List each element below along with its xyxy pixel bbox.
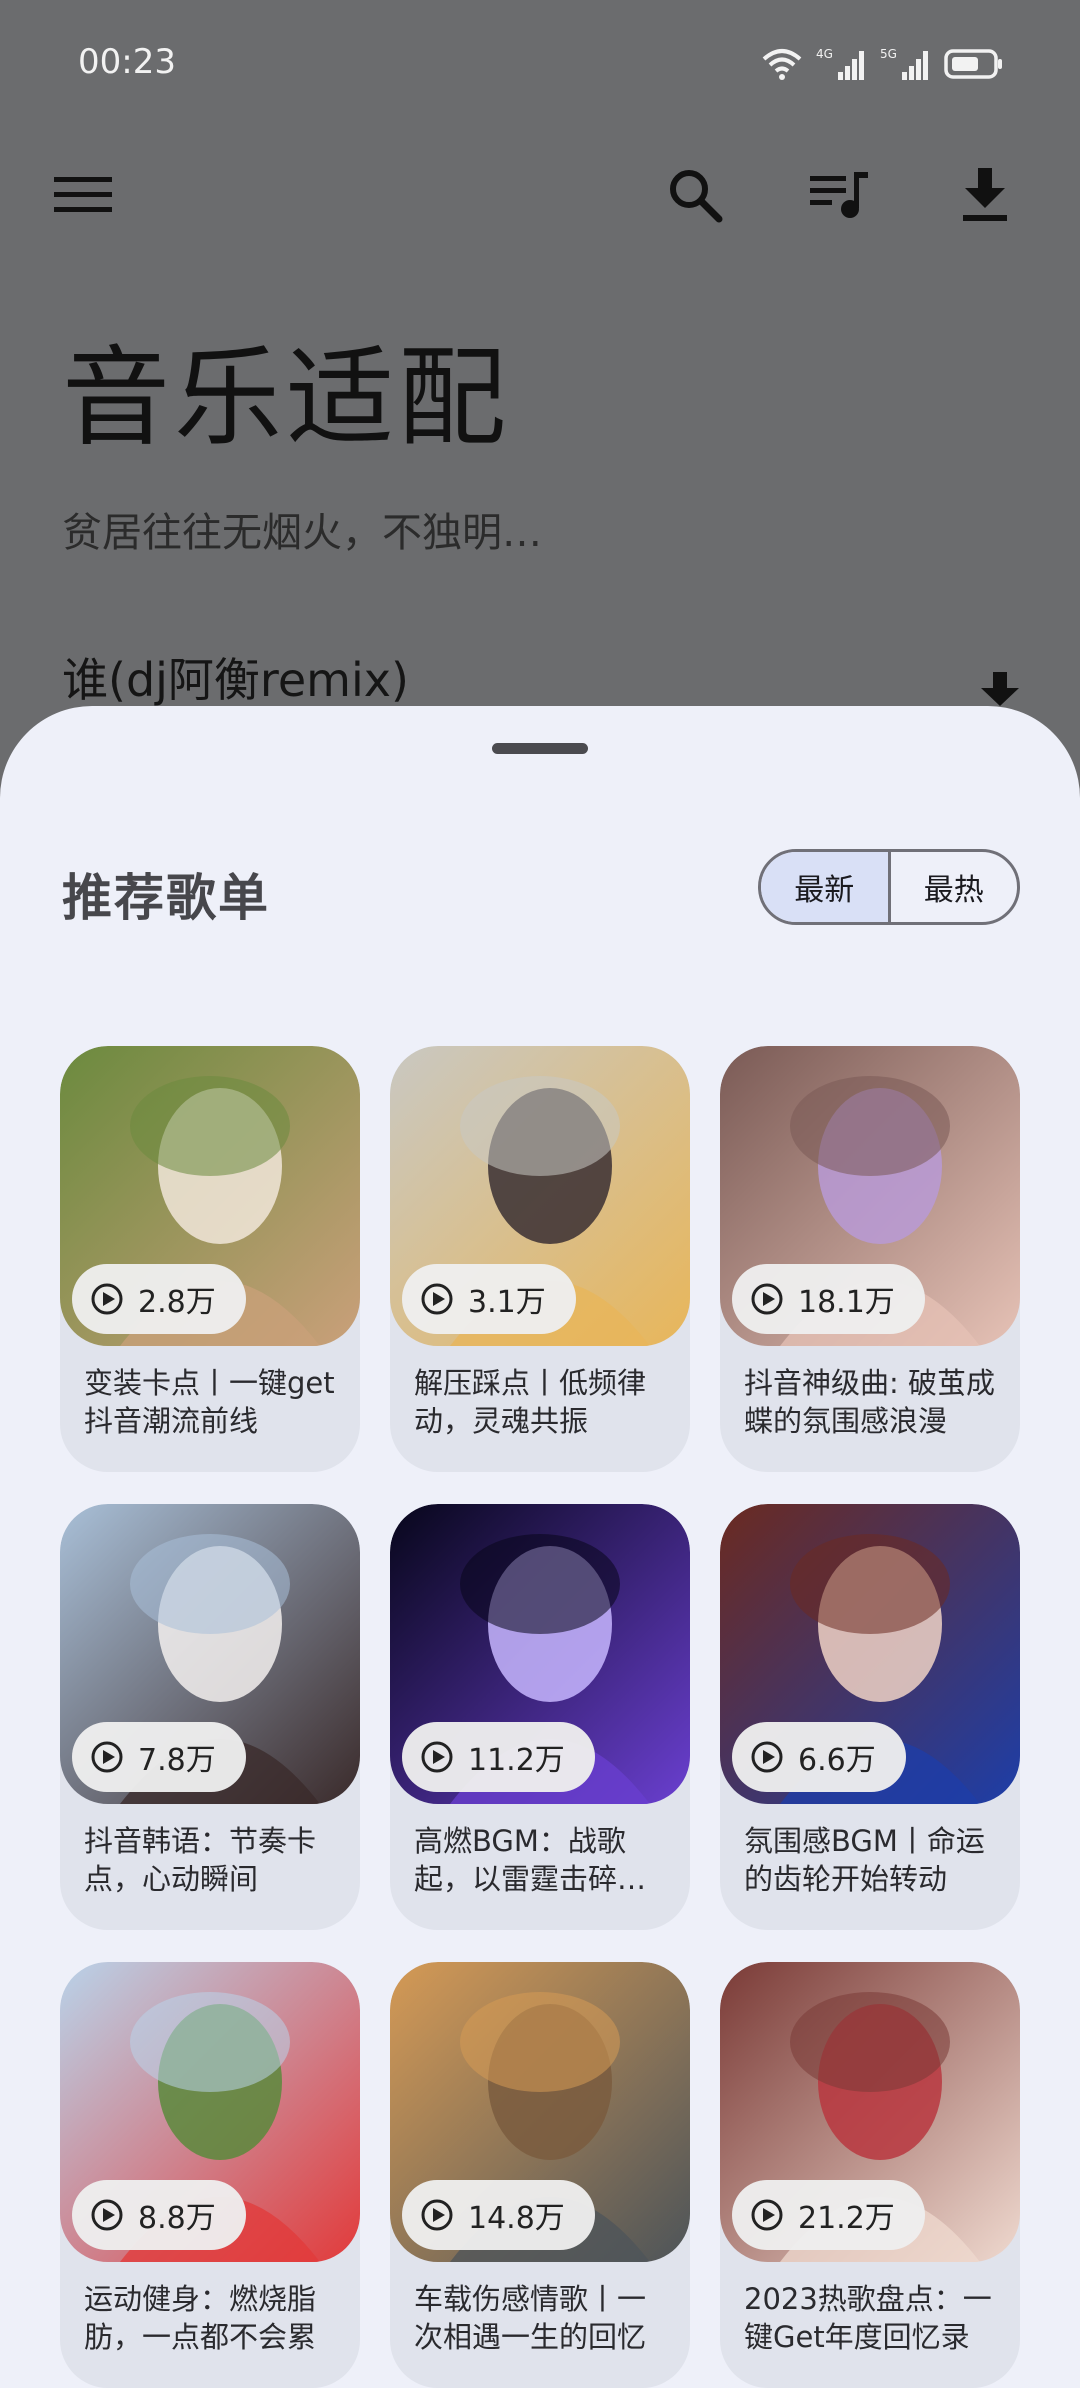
play-count-pill[interactable]: 3.1万 <box>402 1264 576 1334</box>
segment-newest[interactable]: 最新 <box>761 852 888 922</box>
playlist-card[interactable]: 2.8万 变装卡点丨一键get抖音潮流前线 <box>60 1046 360 1472</box>
playlist-title: 变装卡点丨一键get抖音潮流前线 <box>84 1366 335 1438</box>
sheet-title: 推荐歌单 <box>62 869 270 927</box>
status-icons: 4G 5G <box>762 44 1004 84</box>
playlist-card[interactable]: 8.8万 运动健身：燃烧脂肪，一点都不会累 <box>60 1962 360 2388</box>
play-count: 7.8万 <box>138 1743 216 1778</box>
download-button[interactable] <box>940 150 1030 240</box>
playlist-card[interactable]: 14.8万 车载伤感情歌丨一次相遇一生的回忆 <box>390 1962 690 2388</box>
menu-icon <box>54 177 112 212</box>
play-circle-icon <box>751 2199 783 2231</box>
play-count-pill[interactable]: 11.2万 <box>402 1722 595 1792</box>
play-count: 2.8万 <box>138 1285 216 1320</box>
app-title: 音乐适配 <box>62 336 511 461</box>
play-count-pill[interactable]: 8.8万 <box>72 2180 246 2250</box>
queue-button[interactable] <box>795 150 885 240</box>
play-count-pill[interactable]: 14.8万 <box>402 2180 595 2250</box>
playlist-title: 高燃BGM：战歌起，以雷霆击碎黑暗 <box>414 1824 647 1896</box>
signal-4g-icon: 4G <box>816 47 864 80</box>
play-count-pill[interactable]: 6.6万 <box>732 1722 906 1792</box>
play-circle-icon <box>91 1741 123 1773</box>
play-count: 21.2万 <box>798 2201 895 2236</box>
menu-button[interactable] <box>38 150 128 240</box>
playlist-card[interactable]: 11.2万 高燃BGM：战歌起，以雷霆击碎黑暗 <box>390 1504 690 1930</box>
playlist-title: 氛围感BGM丨命运的齿轮开始转动 <box>744 1824 985 1896</box>
play-count: 11.2万 <box>468 1743 565 1778</box>
net-label-2: 5G <box>880 47 897 61</box>
signal-5g-icon: 5G <box>880 47 928 80</box>
playlist-card[interactable]: 18.1万 抖音神级曲: 破茧成蝶的氛围感浪漫 <box>720 1046 1020 1472</box>
playlist-title: 车载伤感情歌丨一次相遇一生的回忆 <box>414 2282 647 2354</box>
play-count: 14.8万 <box>468 2201 565 2236</box>
recommended-playlists-sheet: 推荐歌单 最新 最热 2.8万 变装卡点丨一键get抖音潮流前线 3.1万 解压… <box>0 706 1080 2388</box>
battery-icon <box>944 49 1002 79</box>
play-count-pill[interactable]: 18.1万 <box>732 1264 925 1334</box>
status-time: 00:23 <box>78 42 176 82</box>
toolbar <box>0 150 1080 240</box>
play-circle-icon <box>421 2199 453 2231</box>
play-circle-icon <box>751 1741 783 1773</box>
playlist-title: 解压踩点丨低频律动，灵魂共振 <box>414 1366 647 1438</box>
play-circle-icon <box>751 1283 783 1315</box>
playlist-title: 抖音神级曲: 破茧成蝶的氛围感浪漫 <box>744 1366 995 1438</box>
play-circle-icon <box>91 2199 123 2231</box>
play-circle-icon <box>91 1283 123 1315</box>
play-circle-icon <box>421 1741 453 1773</box>
now-playing-title[interactable]: 谁(dj阿衡remix) <box>62 644 409 710</box>
play-count: 6.6万 <box>798 1743 876 1778</box>
sort-segmented-control: 最新 最热 <box>758 849 1020 925</box>
play-count: 8.8万 <box>138 2201 216 2236</box>
playlist-card[interactable]: 21.2万 2023热歌盘点：一键Get年度回忆录 <box>720 1962 1020 2388</box>
play-count-pill[interactable]: 7.8万 <box>72 1722 246 1792</box>
app-subtitle: 贫居往往无烟火，不独明… <box>62 510 542 556</box>
wifi-icon <box>762 49 802 80</box>
net-label-1: 4G <box>816 47 833 61</box>
playlist-title: 抖音韩语：节奏卡点，心动瞬间 <box>84 1824 317 1896</box>
sheet-drag-handle[interactable] <box>492 743 588 754</box>
play-count: 18.1万 <box>798 1285 895 1320</box>
playlist-card[interactable]: 6.6万 氛围感BGM丨命运的齿轮开始转动 <box>720 1504 1020 1930</box>
playlist-card[interactable]: 3.1万 解压踩点丨低频律动，灵魂共振 <box>390 1046 690 1472</box>
play-count: 3.1万 <box>468 1285 546 1320</box>
playlist-title: 运动健身：燃烧脂肪，一点都不会累 <box>84 2282 317 2354</box>
status-bar: 00:23 4G 5G <box>0 0 1080 130</box>
queue-music-icon <box>810 172 868 218</box>
play-count-pill[interactable]: 2.8万 <box>72 1264 246 1334</box>
search-icon <box>670 170 723 223</box>
segment-hottest[interactable]: 最热 <box>891 852 1018 922</box>
play-count-pill[interactable]: 21.2万 <box>732 2180 925 2250</box>
play-circle-icon <box>421 1283 453 1315</box>
playlist-card[interactable]: 7.8万 抖音韩语：节奏卡点，心动瞬间 <box>60 1504 360 1930</box>
search-button[interactable] <box>650 150 740 240</box>
background-app: 00:23 4G 5G 音乐适配 贫居往往无烟火，不独明… 谁(dj阿衡remi… <box>0 0 1080 760</box>
download-icon <box>963 168 1007 221</box>
playlist-title: 2023热歌盘点：一键Get年度回忆录 <box>744 2282 992 2354</box>
